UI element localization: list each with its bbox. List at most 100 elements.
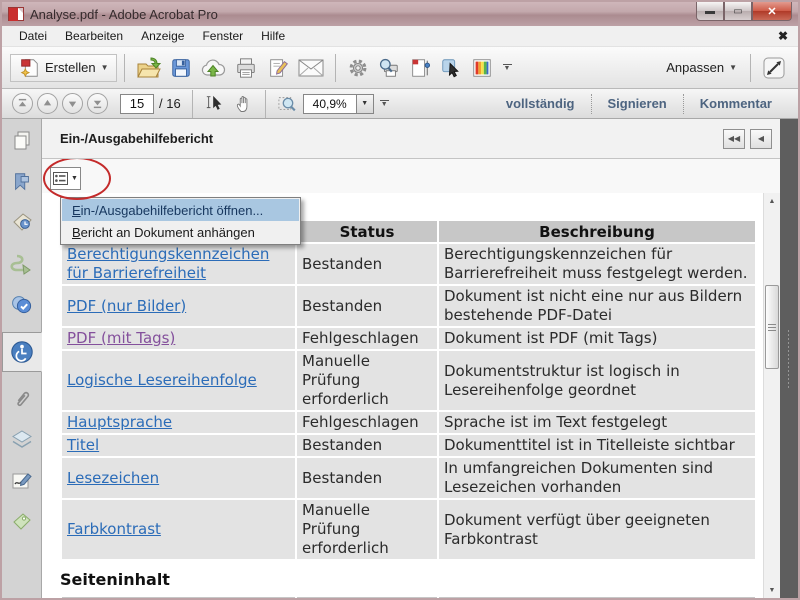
table-row: Hauptsprache Fehlgeschlagen Sprache ist … [62,412,755,433]
rule-link[interactable]: PDF (nur Bilder) [67,297,186,315]
column-header-regelname: Regelname [62,597,295,598]
panel-grip-handle[interactable] [787,329,790,389]
status-cell: Bestanden [297,435,437,456]
report-options-row: ▼ [42,159,780,200]
page-number-input[interactable]: 15 [120,93,154,114]
tab-vollstaendig[interactable]: vollständig [490,94,591,114]
select-tool-icon[interactable] [200,92,230,116]
status-cell: Bestanden [297,286,437,326]
collapse-left-button[interactable]: ◀ [750,128,772,149]
reading-order-icon[interactable] [7,250,37,278]
tags-icon[interactable] [7,508,37,536]
anpassen-label: Anpassen [666,60,725,75]
menu-datei[interactable]: Datei [10,27,56,45]
navigation-toolbar: 15 / 16 40,9% ▼ ▼ vollständig Signieren … [2,89,798,119]
create-pdf-label: Erstellen [45,60,96,75]
save-icon[interactable] [166,55,196,81]
previous-page-button[interactable] [37,93,58,114]
report-table-1: Regelname Status Beschreibung Berechtigu… [60,219,757,561]
upload-cloud-icon[interactable] [196,55,230,81]
toolbar-divider [750,53,751,82]
anpassen-button[interactable]: Anpassen ▼ [666,60,737,75]
create-pdf-button[interactable]: Erstellen ▼ [10,53,117,82]
marquee-zoom-icon[interactable] [273,92,303,116]
report-options-button[interactable]: ▼ [50,167,81,190]
scrollbar-thumb[interactable] [765,285,779,369]
menu-item-attach-report[interactable]: Bericht an Dokument anhängen [62,221,299,243]
window-title: Analyse.pdf - Adobe Acrobat Pro [30,6,218,22]
column-header-status: Status [297,221,437,242]
select-object-icon[interactable] [435,55,467,81]
page-total-label: / 16 [159,96,181,111]
accessibility-icon[interactable] [2,332,42,372]
report-view: ▼ Ein-/Ausgabehilfebericht öffnen... Ber… [42,159,780,598]
rule-link[interactable]: Berechtigungskennzeichen für Barrierefre… [67,245,269,282]
bookmarks-icon[interactable] [7,168,37,196]
scroll-down-icon[interactable]: ▼ [764,582,780,598]
page-thumbnails-icon[interactable] [7,127,37,155]
vertical-scrollbar[interactable]: ▲ ▼ [763,193,780,598]
status-cell: Bestanden [297,244,437,284]
column-header-status: Status [297,597,437,598]
chevron-down-icon: ▼ [729,63,737,72]
status-cell: Manuelle Prüfung erforderlich [297,500,437,559]
menu-item-label: Ein-/Ausgabehilfebericht öffnen... [72,202,264,218]
pane-switcher: vollständig Signieren Kommentar [490,89,788,118]
print-preview-icon[interactable] [373,55,405,81]
validation-icon[interactable] [7,291,37,319]
chevron-down-icon: ▼ [100,63,109,72]
table-row: Farbkontrast Manuelle Prüfung erforderli… [62,500,755,559]
zoom-level-input[interactable]: 40,9% [302,93,357,114]
navbar-overflow-icon[interactable]: ▼ [379,100,389,108]
options-dropdown-menu: Ein-/Ausgabehilfebericht öffnen... Beric… [60,197,301,245]
signatures-icon[interactable] [7,467,37,495]
toolbar-overflow-icon[interactable]: ▼ [502,64,512,72]
navigation-sidebar [2,119,42,598]
description-cell: Dokument verfügt über geeigneten Farbkon… [439,500,755,559]
gear-icon[interactable] [343,55,373,81]
color-palette-icon[interactable] [467,55,497,81]
window-controls: ▬ ▭ ✕ [696,2,792,21]
table-row: Lesezeichen Bestanden In umfangreichen D… [62,458,755,498]
content-tags-icon[interactable] [7,209,37,237]
print-icon[interactable] [230,55,262,81]
menu-bearbeiten[interactable]: Bearbeiten [56,27,132,45]
right-panel-strip[interactable] [780,119,798,598]
menu-item-open-report[interactable]: Ein-/Ausgabehilfebericht öffnen... [62,199,299,221]
rule-link[interactable]: Titel [67,436,99,454]
first-page-button[interactable] [12,93,33,114]
menu-fenster[interactable]: Fenster [193,27,252,45]
document-close-icon[interactable]: ✖ [778,29,788,43]
menu-hilfe[interactable]: Hilfe [252,27,294,45]
attachments-icon[interactable] [7,385,37,413]
tab-signieren[interactable]: Signieren [590,93,683,114]
close-button[interactable]: ✕ [752,2,792,21]
tab-kommentar[interactable]: Kommentar [682,93,788,114]
menu-item-label: Bericht an Dokument anhängen [72,224,255,240]
rule-link-visited[interactable]: PDF (mit Tags) [67,329,175,347]
page-setup-icon[interactable] [405,55,435,81]
rule-link[interactable]: Logische Lesereihenfolge [67,371,257,389]
create-pdf-icon [18,57,40,79]
last-page-button[interactable] [87,93,108,114]
open-file-icon[interactable] [132,54,166,82]
layers-icon[interactable] [7,426,37,454]
rule-link[interactable]: Lesezeichen [67,469,159,487]
report-table-2: Regelname Status Beschreibung Inhalt mit… [60,595,757,598]
document-pane: Ein-/Ausgabehilfebericht ◀◀ ◀ ▼ Ein-/Aus… [42,119,780,598]
menu-anzeige[interactable]: Anzeige [132,27,193,45]
table-row: Titel Bestanden Dokumenttitel ist in Tit… [62,435,755,456]
rule-link[interactable]: Farbkontrast [67,520,161,538]
next-page-button[interactable] [62,93,83,114]
hand-tool-icon[interactable] [230,92,258,116]
collapse-double-left-button[interactable]: ◀◀ [723,128,745,149]
email-icon[interactable] [294,56,328,80]
scroll-up-icon[interactable]: ▲ [764,193,780,209]
compose-document-icon[interactable] [262,55,294,81]
rule-link[interactable]: Hauptsprache [67,413,172,431]
minimize-button[interactable]: ▬ [696,2,724,21]
fullscreen-expand-icon[interactable] [758,54,790,82]
maximize-button[interactable]: ▭ [724,2,752,21]
acrobat-app-icon [8,7,24,21]
zoom-dropdown-button[interactable]: ▼ [356,93,374,114]
